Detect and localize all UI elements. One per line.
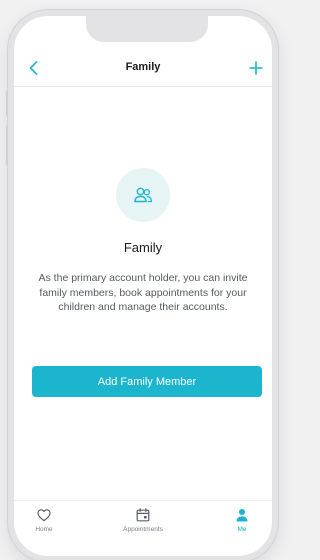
add-family-member-button[interactable]: Add Family Member: [32, 366, 262, 397]
nav-header: Family: [14, 52, 272, 86]
tab-home-label: Home: [35, 526, 53, 533]
plus-icon: [249, 61, 263, 75]
description-text: As the primary account holder, you can i…: [38, 272, 248, 313]
tab-me-label: Me: [237, 526, 247, 533]
tab-bar: Home Appointments Me: [14, 500, 272, 556]
screen: Family Family As the primary account hol…: [0, 0, 280, 560]
header-divider: [14, 86, 272, 87]
tab-home[interactable]: Home: [14, 507, 74, 533]
phone-frame: Family Family As the primary account hol…: [8, 10, 278, 560]
tab-me[interactable]: Me: [212, 507, 272, 533]
phone-notch: [86, 16, 208, 42]
family-users-icon: [134, 187, 153, 203]
page-title: Family: [125, 61, 161, 73]
tab-appointments-label: Appointments: [123, 526, 163, 533]
tab-appointments[interactable]: Appointments: [113, 507, 173, 533]
family-icon-badge: [116, 168, 170, 222]
heart-icon: [37, 509, 51, 522]
section-heading: Family: [123, 240, 163, 255]
person-icon: [236, 509, 248, 522]
calendar-icon: [136, 508, 150, 522]
add-button[interactable]: [246, 58, 266, 78]
